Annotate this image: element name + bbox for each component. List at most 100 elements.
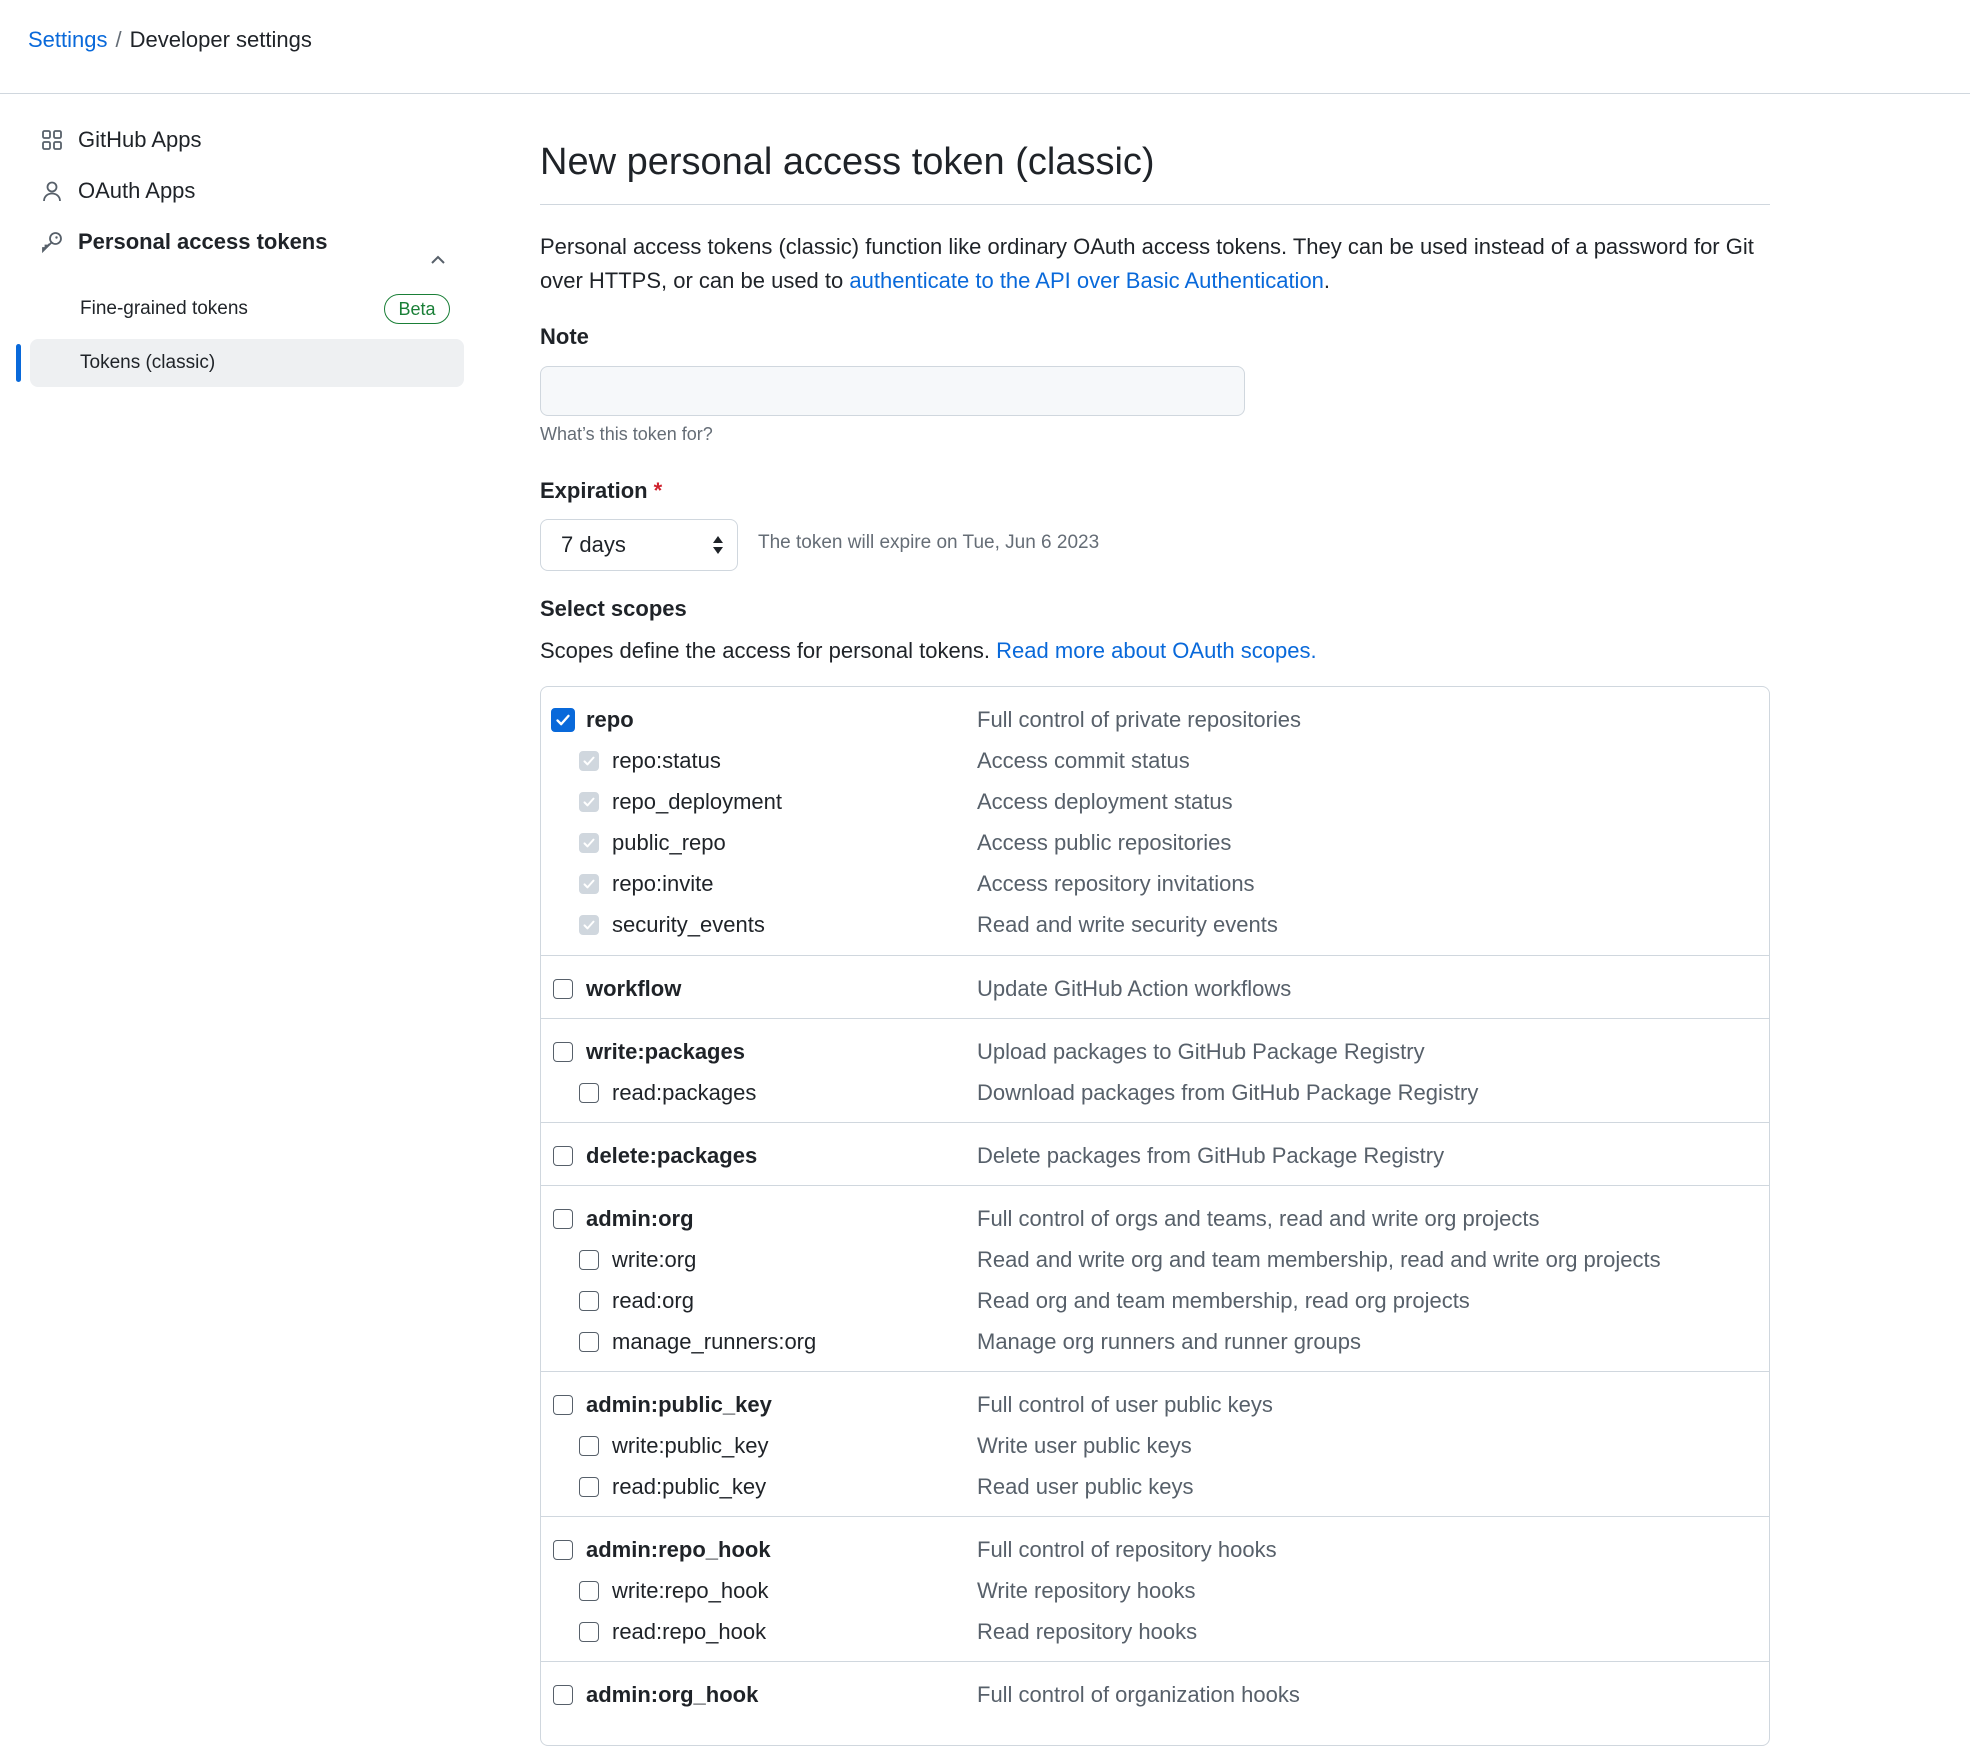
sidebar-item-personal-access-tokens[interactable]: Personal access tokens bbox=[40, 224, 327, 260]
scope-checkbox[interactable] bbox=[579, 1291, 599, 1311]
sidebar-item-oauth-apps[interactable]: OAuth Apps bbox=[40, 173, 195, 209]
scope-name[interactable]: read:packages bbox=[612, 1072, 756, 1113]
scope-row: admin:org Full control of orgs and teams,… bbox=[541, 1198, 1769, 1239]
scopes-description-text: Scopes define the access for personal to… bbox=[540, 638, 991, 663]
sidebar-item-label: GitHub Apps bbox=[78, 127, 202, 152]
scope-row: repo Full control of private repositories bbox=[541, 699, 1769, 740]
expiration-label: Expiration * bbox=[540, 478, 662, 504]
sidebar-item-label: Personal access tokens bbox=[78, 229, 328, 254]
scope-checkbox bbox=[579, 915, 599, 935]
scope-description: Delete packages from GitHub Package Regi… bbox=[977, 1142, 1445, 1168]
scope-description: Read user public keys bbox=[977, 1473, 1194, 1499]
scope-description: Full control of orgs and teams, read and… bbox=[977, 1205, 1540, 1231]
scope-row: admin:org_hook Full control of organizati… bbox=[541, 1674, 1769, 1715]
scope-description: Read and write security events bbox=[977, 911, 1278, 937]
scope-checkbox[interactable] bbox=[579, 1622, 599, 1642]
intro-text: Personal access tokens (classic) functio… bbox=[540, 230, 1770, 298]
scope-checkbox[interactable] bbox=[579, 1250, 599, 1270]
scope-name[interactable]: public_repo bbox=[612, 822, 726, 863]
scope-checkbox[interactable] bbox=[579, 1332, 599, 1352]
scope-name[interactable]: repo_deployment bbox=[612, 781, 782, 822]
sidebar-item-github-apps[interactable]: GitHub Apps bbox=[40, 122, 202, 158]
scope-checkbox[interactable] bbox=[553, 1395, 573, 1415]
scope-child-row: read:repo_hook Read repository hooks bbox=[541, 1611, 1769, 1652]
scope-name[interactable]: manage_runners:org bbox=[612, 1321, 816, 1362]
scope-name[interactable]: admin:repo_hook bbox=[586, 1529, 771, 1570]
scope-name[interactable]: read:org bbox=[612, 1280, 694, 1321]
scope-name[interactable]: security_events bbox=[612, 904, 765, 945]
required-mark: * bbox=[653, 478, 663, 503]
sidebar-item-tokens-classic[interactable]: Tokens (classic) bbox=[30, 339, 464, 387]
scope-child-row: write:org Read and write org and team mem… bbox=[541, 1239, 1769, 1280]
scope-name[interactable]: admin:public_key bbox=[586, 1384, 772, 1425]
scope-child-row: read:public_key Read user public keys bbox=[541, 1466, 1769, 1507]
scope-group: write:packages Upload packages to GitHub … bbox=[541, 1018, 1769, 1123]
scope-checkbox[interactable] bbox=[579, 1581, 599, 1601]
scope-checkbox bbox=[579, 833, 599, 853]
scope-child-row: write:public_key Write user public keys bbox=[541, 1425, 1769, 1466]
expiration-select[interactable]: 7 days bbox=[540, 519, 738, 571]
scope-checkbox[interactable] bbox=[553, 1146, 573, 1166]
scope-description: Access deployment status bbox=[977, 788, 1233, 814]
apps-grid-icon bbox=[40, 128, 64, 152]
scope-description: Access public repositories bbox=[977, 829, 1232, 855]
scope-name[interactable]: delete:packages bbox=[586, 1135, 757, 1176]
scope-group: admin:repo_hook Full control of repositor… bbox=[541, 1516, 1769, 1662]
scope-checkbox[interactable] bbox=[553, 979, 573, 999]
scope-description: Full control of private repositories bbox=[977, 706, 1302, 732]
scope-description: Write repository hooks bbox=[977, 1577, 1196, 1603]
scope-row: write:packages Upload packages to GitHub … bbox=[541, 1031, 1769, 1072]
breadcrumb-settings-link[interactable]: Settings bbox=[28, 27, 108, 52]
oauth-scopes-link[interactable]: Read more about OAuth scopes. bbox=[996, 638, 1316, 663]
active-indicator bbox=[16, 344, 21, 382]
scope-checkbox[interactable] bbox=[579, 1083, 599, 1103]
scope-row: delete:packages Delete packages from GitH… bbox=[541, 1135, 1769, 1176]
scope-name[interactable]: admin:org bbox=[586, 1198, 694, 1239]
scope-checkbox[interactable] bbox=[553, 1685, 573, 1705]
scope-name[interactable]: read:public_key bbox=[612, 1466, 766, 1507]
scope-checkbox[interactable] bbox=[579, 1477, 599, 1497]
scopes-description: Scopes define the access for personal to… bbox=[540, 638, 1317, 664]
scope-checkbox[interactable] bbox=[553, 1209, 573, 1229]
scope-checkbox[interactable] bbox=[553, 1540, 573, 1560]
scope-name[interactable]: write:public_key bbox=[612, 1425, 769, 1466]
scope-child-row: repo:status Access commit status bbox=[541, 740, 1769, 781]
scope-name[interactable]: admin:org_hook bbox=[586, 1674, 758, 1715]
scope-name[interactable]: repo:status bbox=[612, 740, 721, 781]
scope-checkbox[interactable] bbox=[551, 708, 575, 732]
scope-checkbox bbox=[579, 792, 599, 812]
scope-child-row: write:repo_hook Write repository hooks bbox=[541, 1570, 1769, 1611]
scope-name[interactable]: write:repo_hook bbox=[612, 1570, 769, 1611]
scope-checkbox[interactable] bbox=[579, 1436, 599, 1456]
note-hint: What’s this token for? bbox=[540, 424, 713, 444]
scope-name[interactable]: read:repo_hook bbox=[612, 1611, 766, 1652]
scopes-list: repo Full control of private repositories… bbox=[540, 686, 1770, 1746]
chevron-up-icon[interactable] bbox=[426, 248, 450, 272]
expiration-selected-value: 7 days bbox=[561, 532, 626, 557]
sidebar-item-label: OAuth Apps bbox=[78, 178, 196, 203]
scope-name[interactable]: repo:invite bbox=[612, 863, 714, 904]
scope-child-row: security_events Read and write security e… bbox=[541, 904, 1769, 945]
scope-name[interactable]: repo bbox=[586, 699, 634, 740]
scope-description: Upload packages to GitHub Package Regist… bbox=[977, 1038, 1425, 1064]
scope-row: admin:public_key Full control of user pub… bbox=[541, 1384, 1769, 1425]
main-content: New personal access token (classic) Pers… bbox=[540, 94, 1770, 1746]
scope-name[interactable]: write:packages bbox=[586, 1031, 745, 1072]
note-input[interactable] bbox=[540, 366, 1245, 416]
intro-end: . bbox=[1323, 268, 1331, 293]
scope-description: Full control of repository hooks bbox=[977, 1536, 1277, 1562]
scope-group: repo Full control of private repositories… bbox=[541, 687, 1769, 955]
scope-checkbox bbox=[579, 751, 599, 771]
scope-name[interactable]: write:org bbox=[612, 1239, 696, 1280]
scope-name[interactable]: workflow bbox=[586, 968, 681, 1009]
breadcrumb-current: Developer settings bbox=[129, 27, 312, 52]
scope-checkbox[interactable] bbox=[553, 1042, 573, 1062]
scopes-heading: Select scopes bbox=[540, 596, 687, 621]
basic-auth-link[interactable]: authenticate to the API over Basic Authe… bbox=[849, 268, 1324, 293]
scope-child-row: manage_runners:org Manage org runners and… bbox=[541, 1321, 1769, 1362]
person-icon bbox=[40, 179, 64, 203]
scope-row: workflow Update GitHub Action workflows bbox=[541, 968, 1769, 1009]
scope-description: Access commit status bbox=[977, 747, 1190, 773]
scope-description: Read repository hooks bbox=[977, 1618, 1198, 1644]
beta-badge: Beta bbox=[384, 294, 450, 324]
